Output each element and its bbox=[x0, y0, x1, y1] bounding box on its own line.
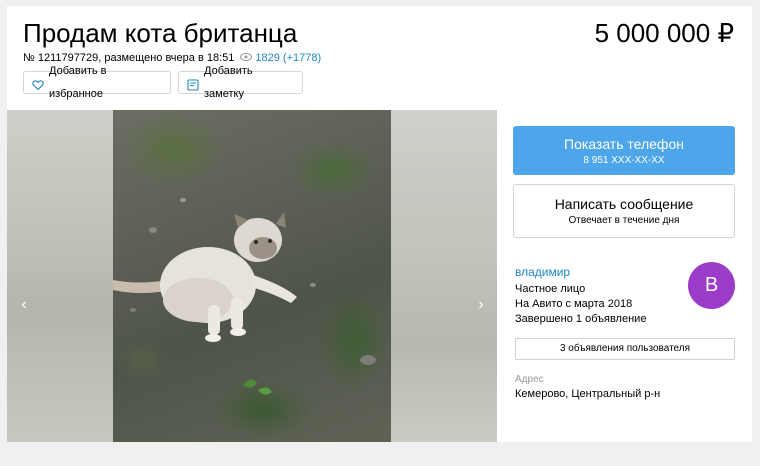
listing-price: 5 000 000 ₽ bbox=[594, 18, 734, 48]
note-icon bbox=[187, 77, 199, 91]
add-note-button[interactable]: Добавить заметку bbox=[178, 65, 303, 100]
seller-name-link[interactable]: владимир bbox=[515, 265, 570, 279]
gallery-next-preview bbox=[391, 110, 497, 442]
masked-phone-number: 8 951 XXX-XX-XX bbox=[583, 155, 665, 166]
seller-avatar[interactable]: В bbox=[688, 262, 735, 309]
write-message-label: Написать сообщение bbox=[554, 196, 694, 212]
show-phone-button[interactable]: Показать телефон 8 951 XXX-XX-XX bbox=[513, 126, 735, 175]
seller-type: Частное лицо bbox=[515, 283, 586, 295]
seller-ads-button[interactable]: 3 объявления пользователя bbox=[515, 338, 735, 360]
listing-photo[interactable] bbox=[113, 110, 391, 442]
gallery-prev-preview bbox=[7, 110, 113, 442]
listing-title: Продам кота британца bbox=[23, 18, 298, 48]
gallery-prev-arrow[interactable]: ‹ bbox=[14, 296, 34, 314]
seller-since: На Авито с марта 2018 bbox=[515, 298, 633, 310]
address-label: Адрес bbox=[515, 374, 544, 385]
address-value: Кемерово, Центральный р-н bbox=[515, 388, 661, 400]
cat-image bbox=[113, 198, 376, 395]
add-to-favorites-button[interactable]: Добавить в избранное bbox=[23, 65, 171, 100]
response-time-note: Отвечает в течение дня bbox=[568, 215, 680, 226]
photo-gallery[interactable]: ‹ › bbox=[7, 110, 497, 442]
listing-card: Продам кота британца 5 000 000 ₽ № 12117… bbox=[7, 6, 752, 442]
note-label: Добавить заметку bbox=[204, 64, 253, 100]
favorite-label: Добавить в избранное bbox=[49, 64, 107, 100]
heart-icon bbox=[32, 77, 44, 90]
gallery-next-arrow[interactable]: › bbox=[471, 296, 491, 314]
write-message-button[interactable]: Написать сообщение Отвечает в течение дн… bbox=[513, 184, 735, 238]
show-phone-label: Показать телефон bbox=[564, 136, 684, 152]
seller-completed: Завершено 1 объявление bbox=[515, 313, 647, 325]
